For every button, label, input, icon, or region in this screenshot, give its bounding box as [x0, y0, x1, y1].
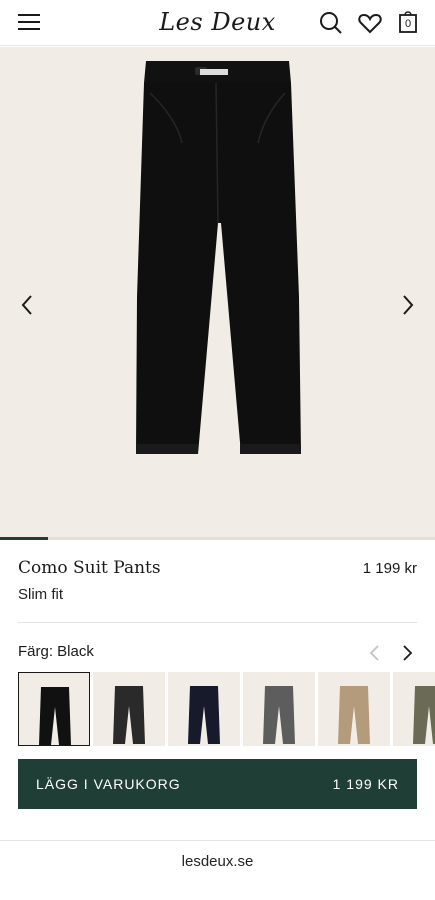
color-swatch-black[interactable] [18, 672, 90, 746]
gallery-progress-track [0, 537, 435, 540]
top-header: Les Deux 0 [0, 0, 435, 46]
heart-icon[interactable] [357, 10, 383, 36]
color-swatch-dark-charcoal[interactable] [93, 672, 165, 746]
add-to-cart-label: LÄGG I VARUKORG [36, 776, 181, 792]
color-selector-header: Färg: Black [18, 643, 417, 663]
cart-icon[interactable]: 0 [396, 10, 422, 36]
color-label: Färg: Black [18, 643, 94, 660]
product-info: Como Suit Pants 1 199 kr Slim fit [18, 558, 417, 603]
gallery-progress-bar [0, 537, 48, 540]
color-swatch-list [18, 672, 435, 746]
cart-count: 0 [405, 18, 412, 30]
color-next-chevron-icon[interactable] [399, 643, 415, 663]
color-swatch-grey[interactable] [243, 672, 315, 746]
footer-divider [0, 840, 435, 841]
add-to-cart-button[interactable]: LÄGG I VARUKORG 1 199 KR [18, 759, 417, 809]
section-divider [18, 622, 417, 623]
site-url[interactable]: lesdeux.se [0, 853, 435, 870]
next-image-arrow[interactable] [397, 293, 417, 317]
product-title: Como Suit Pants [18, 558, 161, 578]
previous-image-arrow[interactable] [18, 293, 38, 317]
color-swatch-olive[interactable] [393, 672, 435, 746]
product-image [136, 61, 301, 454]
color-prev-chevron-icon[interactable] [367, 643, 383, 663]
search-icon[interactable] [318, 10, 344, 36]
product-price: 1 199 kr [362, 560, 417, 577]
add-to-cart-price: 1 199 KR [332, 776, 399, 792]
product-fit: Slim fit [18, 586, 63, 603]
color-swatch-navy[interactable] [168, 672, 240, 746]
color-swatch-beige[interactable] [318, 672, 390, 746]
product-image-gallery[interactable] [0, 47, 435, 540]
